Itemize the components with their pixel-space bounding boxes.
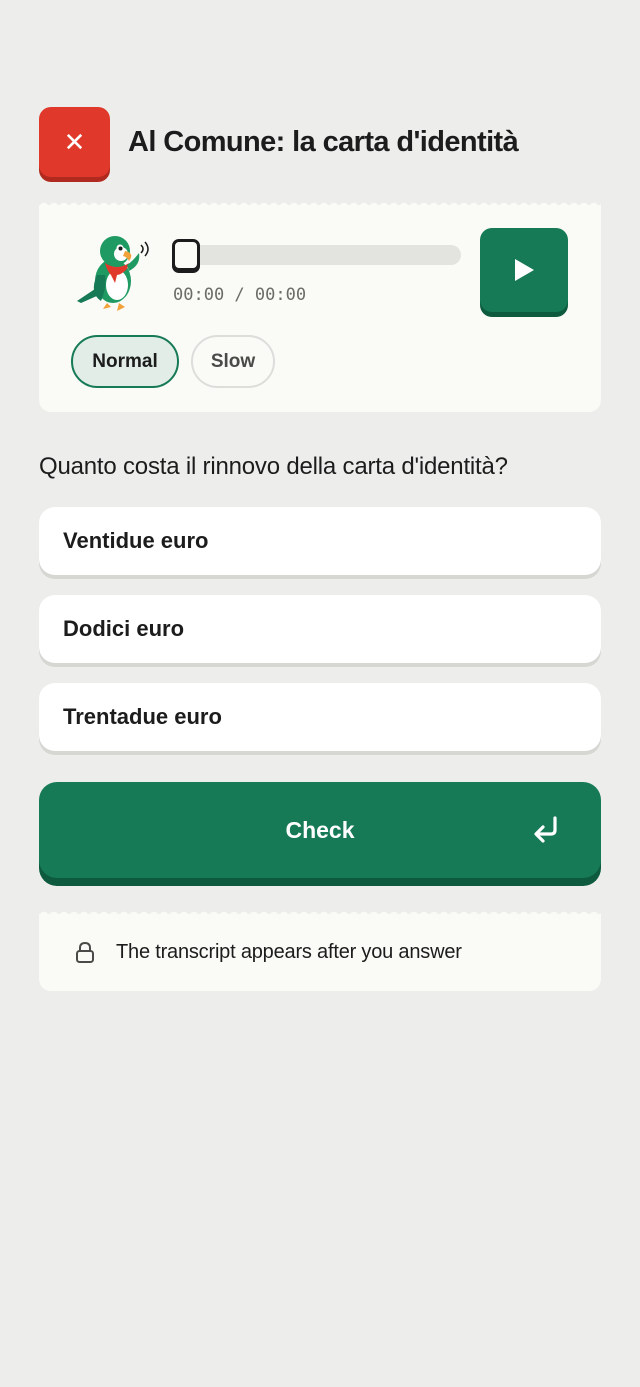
enter-return-icon	[534, 816, 557, 843]
audio-time-display: 00:00 / 00:00	[173, 285, 307, 305]
audio-player-card: 00:00 / 00:00 Normal Slow	[39, 201, 601, 412]
answer-option[interactable]: Ventidue euro	[39, 507, 601, 575]
lock-icon	[76, 942, 94, 963]
parrot-mascot-icon	[77, 236, 149, 311]
audio-progress-track[interactable]	[175, 245, 461, 265]
transcript-card: The transcript appears after you answer	[39, 910, 601, 991]
header: ✕ Al Comune: la carta d'identità	[39, 106, 609, 178]
page-title: Al Comune: la carta d'identità	[128, 125, 519, 158]
transcript-notice: The transcript appears after you answer	[116, 941, 462, 963]
question-text: Quanto costa il rinnovo della carta d'id…	[39, 453, 508, 480]
speed-normal-button[interactable]: Normal	[71, 335, 179, 388]
audio-progress-thumb[interactable]	[172, 239, 200, 271]
play-button[interactable]	[480, 228, 568, 312]
check-button[interactable]: Check	[39, 782, 601, 878]
play-icon	[515, 259, 534, 281]
close-button[interactable]: ✕	[39, 107, 110, 177]
answer-option[interactable]: Trentadue euro	[39, 683, 601, 751]
answer-option[interactable]: Dodici euro	[39, 595, 601, 663]
close-icon: ✕	[63, 127, 86, 157]
speed-slow-button[interactable]: Slow	[191, 335, 275, 388]
check-button-label: Check	[285, 816, 355, 843]
